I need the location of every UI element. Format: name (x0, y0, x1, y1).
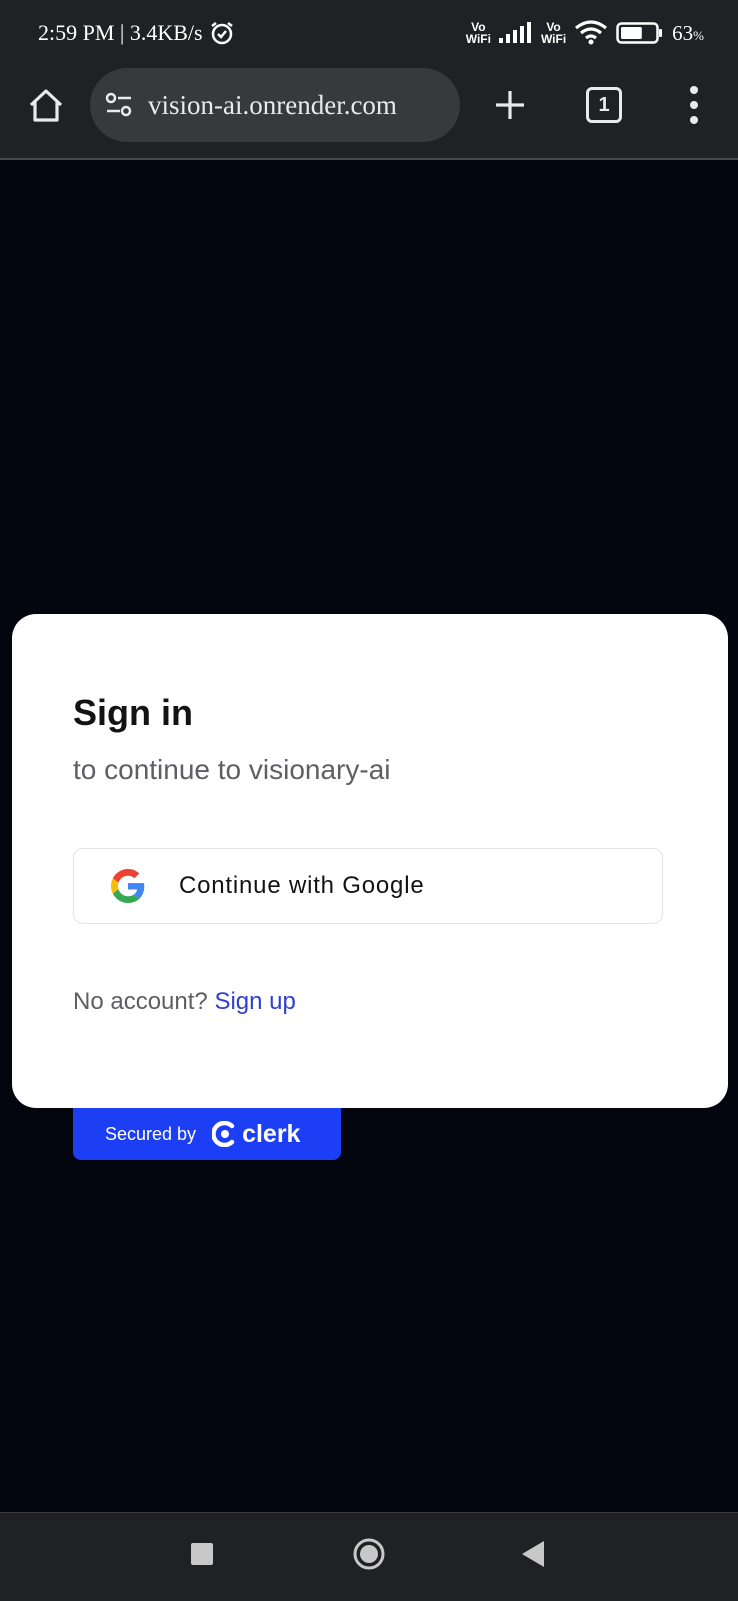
tab-switcher-icon[interactable]: 1 (586, 87, 622, 123)
site-settings-icon[interactable] (104, 90, 134, 120)
recents-icon[interactable] (191, 1543, 213, 1565)
page-subtitle: to continue to visionary-ai (73, 754, 391, 785)
back-icon[interactable] (520, 1539, 546, 1569)
wifi-icon (575, 20, 608, 45)
sign-in-card: Sign in to continue to visionary-ai Cont… (12, 614, 728, 1108)
battery-percent-value: 63 (672, 20, 694, 45)
clerk-logo-icon (212, 1121, 235, 1147)
browser-toolbar: vision-ai.onrender.com 1 (0, 64, 738, 160)
no-account-line: No account? Sign up (73, 988, 296, 1016)
battery-percent: 63% (672, 21, 704, 46)
system-nav-bar (0, 1512, 738, 1601)
tab-count: 1 (598, 93, 610, 116)
vowifi-1-bottom: WiFi (465, 32, 491, 46)
battery-percent-unit: % (693, 27, 704, 43)
continue-with-google-button[interactable]: Continue with Google (73, 848, 663, 924)
more-menu-icon[interactable] (684, 84, 704, 126)
no-account-text: No account? (73, 988, 208, 1015)
google-button-label: Continue with Google (179, 872, 425, 899)
vowifi-label-1: Vo WiFi (466, 21, 491, 45)
page-title: Sign in (73, 692, 193, 733)
vowifi-2-bottom: WiFi (540, 32, 567, 46)
status-time-speed: 2:59 PM | 3.4KB/s (38, 20, 203, 45)
status-left: 2:59 PM | 3.4KB/s (38, 18, 235, 48)
status-bar: 2:59 PM | 3.4KB/s Vo WiFi Vo WiFi 63% (0, 0, 738, 64)
home-circle-icon[interactable] (352, 1537, 386, 1571)
clerk-wordmark: clerk (242, 1119, 301, 1148)
alarm-icon (210, 22, 233, 45)
secured-by-label: Secured by (105, 1123, 197, 1144)
sign-up-link[interactable]: Sign up (214, 988, 295, 1015)
signal-icon (498, 22, 531, 43)
url-text[interactable]: vision-ai.onrender.com (148, 90, 397, 121)
url-bar[interactable]: vision-ai.onrender.com (90, 68, 460, 142)
vowifi-label-2: Vo WiFi (541, 21, 566, 45)
google-icon (111, 869, 145, 903)
new-tab-icon[interactable] (490, 85, 530, 125)
status-right: Vo WiFi Vo WiFi 63% (466, 16, 704, 50)
secured-by-clerk-badge[interactable]: Secured by clerk (73, 1108, 341, 1160)
battery-icon (616, 22, 663, 44)
home-icon[interactable] (26, 86, 66, 126)
